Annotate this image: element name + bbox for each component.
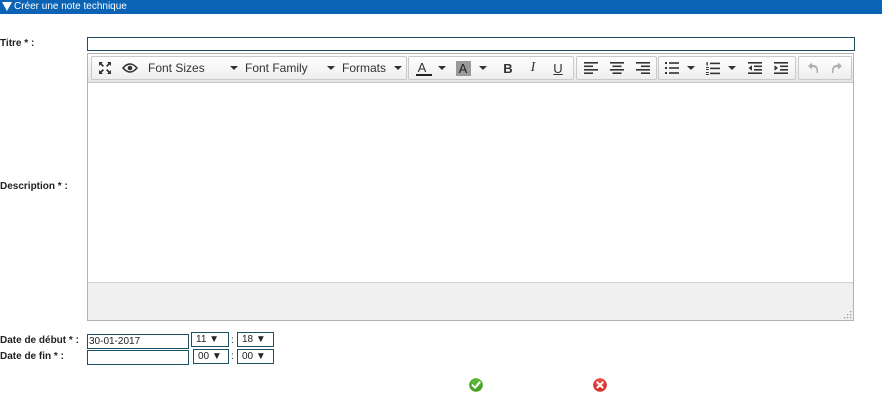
chevron-down-icon xyxy=(394,66,402,70)
bullet-list-button[interactable] xyxy=(662,57,698,79)
bullet-list-icon xyxy=(665,62,679,74)
background-color-icon: A xyxy=(455,60,471,76)
numbered-list-button[interactable] xyxy=(703,57,739,79)
start-time-separator: : xyxy=(231,335,234,346)
rich-text-editor: Font Sizes Font Family Formats A A B I U xyxy=(87,53,854,321)
italic-button[interactable]: I xyxy=(522,57,544,79)
chevron-down-icon xyxy=(687,66,695,70)
toolbar-group-history xyxy=(798,56,852,80)
end-time-separator: : xyxy=(231,351,234,362)
section-title: Créer une note technique xyxy=(14,1,127,12)
preview-button[interactable] xyxy=(119,57,141,79)
align-center-button[interactable] xyxy=(605,57,629,79)
start-date-label: Date de début * : xyxy=(0,335,79,346)
end-date-label: Date de fin * : xyxy=(0,351,64,362)
section-header[interactable]: Créer une note technique xyxy=(0,0,882,14)
redo-icon xyxy=(832,62,842,73)
end-hour-select[interactable]: 00 ▼ xyxy=(193,349,229,364)
background-color-button[interactable]: A xyxy=(452,57,490,79)
indent-icon xyxy=(774,62,788,74)
titre-label: Titre * : xyxy=(0,38,35,49)
align-right-button[interactable] xyxy=(631,57,655,79)
align-left-button[interactable] xyxy=(579,57,603,79)
cancel-button[interactable] xyxy=(593,378,607,392)
text-color-button[interactable]: A xyxy=(411,57,449,79)
italic-icon: I xyxy=(530,60,536,75)
formats-dropdown[interactable]: Formats xyxy=(342,57,402,79)
editor-status-bar xyxy=(88,282,853,320)
cancel-icon xyxy=(593,378,607,392)
formats-label: Formats xyxy=(342,61,387,75)
align-center-icon xyxy=(610,62,624,74)
toolbar-group-lists xyxy=(658,56,796,80)
redo-button[interactable] xyxy=(825,57,849,79)
toolbar-group-format: Font Sizes Font Family Formats xyxy=(91,56,407,80)
indent-button[interactable] xyxy=(769,57,793,79)
bold-icon: B xyxy=(503,60,513,76)
collapse-triangle-icon[interactable] xyxy=(2,2,12,11)
resize-grip-icon[interactable] xyxy=(843,310,852,319)
toolbar-group-align xyxy=(576,56,657,80)
font-sizes-dropdown[interactable]: Font Sizes xyxy=(148,57,238,79)
numbered-list-icon xyxy=(706,61,720,75)
fullscreen-button[interactable] xyxy=(95,57,115,79)
chevron-down-icon xyxy=(230,66,238,70)
description-label: Description * : xyxy=(0,181,68,192)
start-hour-select[interactable]: 11 ▼ xyxy=(191,332,229,347)
editor-toolbar: Font Sizes Font Family Formats A A B I U xyxy=(88,54,853,83)
end-date-input[interactable] xyxy=(87,350,189,365)
outdent-icon xyxy=(748,62,762,74)
underline-icon: U xyxy=(553,60,563,76)
chevron-down-icon xyxy=(728,66,736,70)
toolbar-group-style: A A B I U xyxy=(408,56,574,80)
undo-icon xyxy=(808,62,818,73)
editor-content-area[interactable] xyxy=(88,83,853,282)
end-minute-select[interactable]: 00 ▼ xyxy=(237,349,274,364)
start-minute-select[interactable]: 18 ▼ xyxy=(237,332,274,347)
align-left-icon xyxy=(584,62,598,74)
check-icon xyxy=(469,378,483,392)
fullscreen-icon xyxy=(99,62,111,74)
undo-button[interactable] xyxy=(801,57,825,79)
font-family-label: Font Family xyxy=(245,61,308,75)
bold-button[interactable]: B xyxy=(497,57,519,79)
text-color-icon: A xyxy=(417,60,427,75)
outdent-button[interactable] xyxy=(743,57,767,79)
chevron-down-icon xyxy=(327,66,335,70)
chevron-down-icon xyxy=(478,66,487,70)
confirm-button[interactable] xyxy=(469,378,483,392)
titre-input[interactable] xyxy=(87,37,855,51)
underline-button[interactable]: U xyxy=(547,57,569,79)
eye-icon xyxy=(122,63,138,73)
font-sizes-label: Font Sizes xyxy=(148,61,205,75)
font-family-dropdown[interactable]: Font Family xyxy=(245,57,335,79)
start-date-input[interactable]: 30-01-2017 xyxy=(87,334,189,349)
align-right-icon xyxy=(636,62,650,74)
text-color-swatch xyxy=(416,74,432,76)
chevron-down-icon xyxy=(438,66,446,70)
